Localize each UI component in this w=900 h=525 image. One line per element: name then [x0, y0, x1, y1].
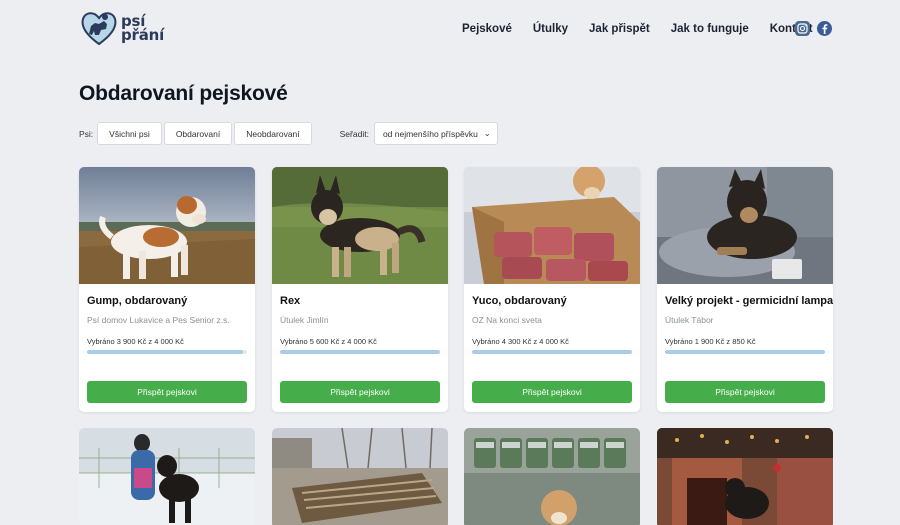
dog-photo	[464, 167, 640, 284]
project-photo	[272, 428, 448, 525]
sort-select-value: od nejmenšího příspěvku	[382, 128, 478, 139]
donate-button[interactable]: Přispět pejskovi	[472, 381, 632, 403]
dog-photo	[657, 428, 833, 525]
filter-all-button[interactable]: Všichni psi	[97, 122, 162, 145]
donate-button[interactable]: Přispět pejskovi	[280, 381, 440, 403]
dog-card[interactable]: Rex Útulek Jimlín Vybráno 5 600 Kč z 4 0…	[272, 167, 448, 412]
shelter-name: Psí domov Lukavice a Pes Senior z.s.	[87, 315, 230, 325]
progress-fill	[280, 350, 440, 354]
shelter-name: Útulek Tábor	[665, 315, 714, 325]
shelter-name: Útulek Jimlín	[280, 315, 329, 325]
nav-jak-to-funguje[interactable]: Jak to funguje	[671, 23, 749, 35]
dog-heart-logo-icon	[81, 12, 117, 46]
filter-gifted-button[interactable]: Obdarovaní	[163, 122, 233, 145]
nav-jak-prispet[interactable]: Jak přispět	[589, 23, 650, 35]
dog-card[interactable]: Gump, obdarovaný Psí domov Lukavice a Pe…	[79, 167, 255, 412]
progress-text: Vybráno 3 900 Kč z 4 000 Kč	[87, 337, 184, 346]
dog-card[interactable]	[272, 428, 448, 525]
chevron-down-icon: ⌄	[483, 129, 491, 138]
dog-card[interactable]: Velký projekt - germicidní lampa Útulek …	[657, 167, 833, 412]
progress-bar	[665, 350, 825, 354]
instagram-icon[interactable]	[795, 21, 810, 36]
dog-photo	[657, 167, 833, 284]
progress-text: Vybráno 4 300 Kč z 4 000 Kč	[472, 337, 569, 346]
progress-fill	[665, 350, 825, 354]
social-links	[795, 21, 832, 36]
dog-name[interactable]: Gump, obdarovaný	[87, 295, 187, 307]
sort-select[interactable]: od nejmenšího příspěvku ⌄	[373, 122, 498, 145]
dog-card[interactable]	[464, 428, 640, 525]
nav-utulky[interactable]: Útulky	[533, 23, 568, 35]
dog-card[interactable]: Yuco, obdarovaný OZ Na konci sveta Vybrá…	[464, 167, 640, 412]
progress-text: Vybráno 1 900 Kč z 850 Kč	[665, 337, 756, 346]
dogs-filter-label: Psi:	[79, 128, 94, 139]
facebook-icon[interactable]	[817, 21, 832, 36]
nav-pejskove[interactable]: Pejskové	[462, 23, 512, 35]
main-nav: Pejskové Útulky Jak přispět Jak to fungu…	[462, 23, 834, 35]
dog-name[interactable]: Yuco, obdarovaný	[472, 295, 567, 307]
progress-text: Vybráno 5 600 Kč z 4 000 Kč	[280, 337, 377, 346]
project-photo	[464, 428, 640, 525]
dog-name[interactable]: Rex	[280, 295, 300, 307]
donate-button[interactable]: Přispět pejskovi	[665, 381, 825, 403]
sort-label: Seřadit:	[339, 128, 369, 139]
dog-photo	[79, 167, 255, 284]
page-title: Obdarovaní pejskové	[79, 82, 288, 105]
dog-card[interactable]	[79, 428, 255, 525]
filter-bar: Psi: Všichni psi Obdarovaní Neobdarovaní…	[79, 122, 498, 145]
dog-photo	[272, 167, 448, 284]
dog-photo	[79, 428, 255, 525]
progress-bar	[280, 350, 440, 354]
donate-button[interactable]: Přispět pejskovi	[87, 381, 247, 403]
brand-logo[interactable]: psí přání	[79, 8, 164, 48]
shelter-name: OZ Na konci sveta	[472, 315, 542, 325]
progress-bar	[87, 350, 247, 354]
dog-card[interactable]	[657, 428, 833, 525]
progress-fill	[87, 350, 243, 354]
brand-line2: přání	[121, 26, 165, 44]
progress-bar	[472, 350, 632, 354]
filter-not-gifted-button[interactable]: Neobdarovaní	[234, 122, 312, 145]
project-name[interactable]: Velký projekt - germicidní lampa	[665, 295, 833, 307]
progress-fill	[472, 350, 632, 354]
